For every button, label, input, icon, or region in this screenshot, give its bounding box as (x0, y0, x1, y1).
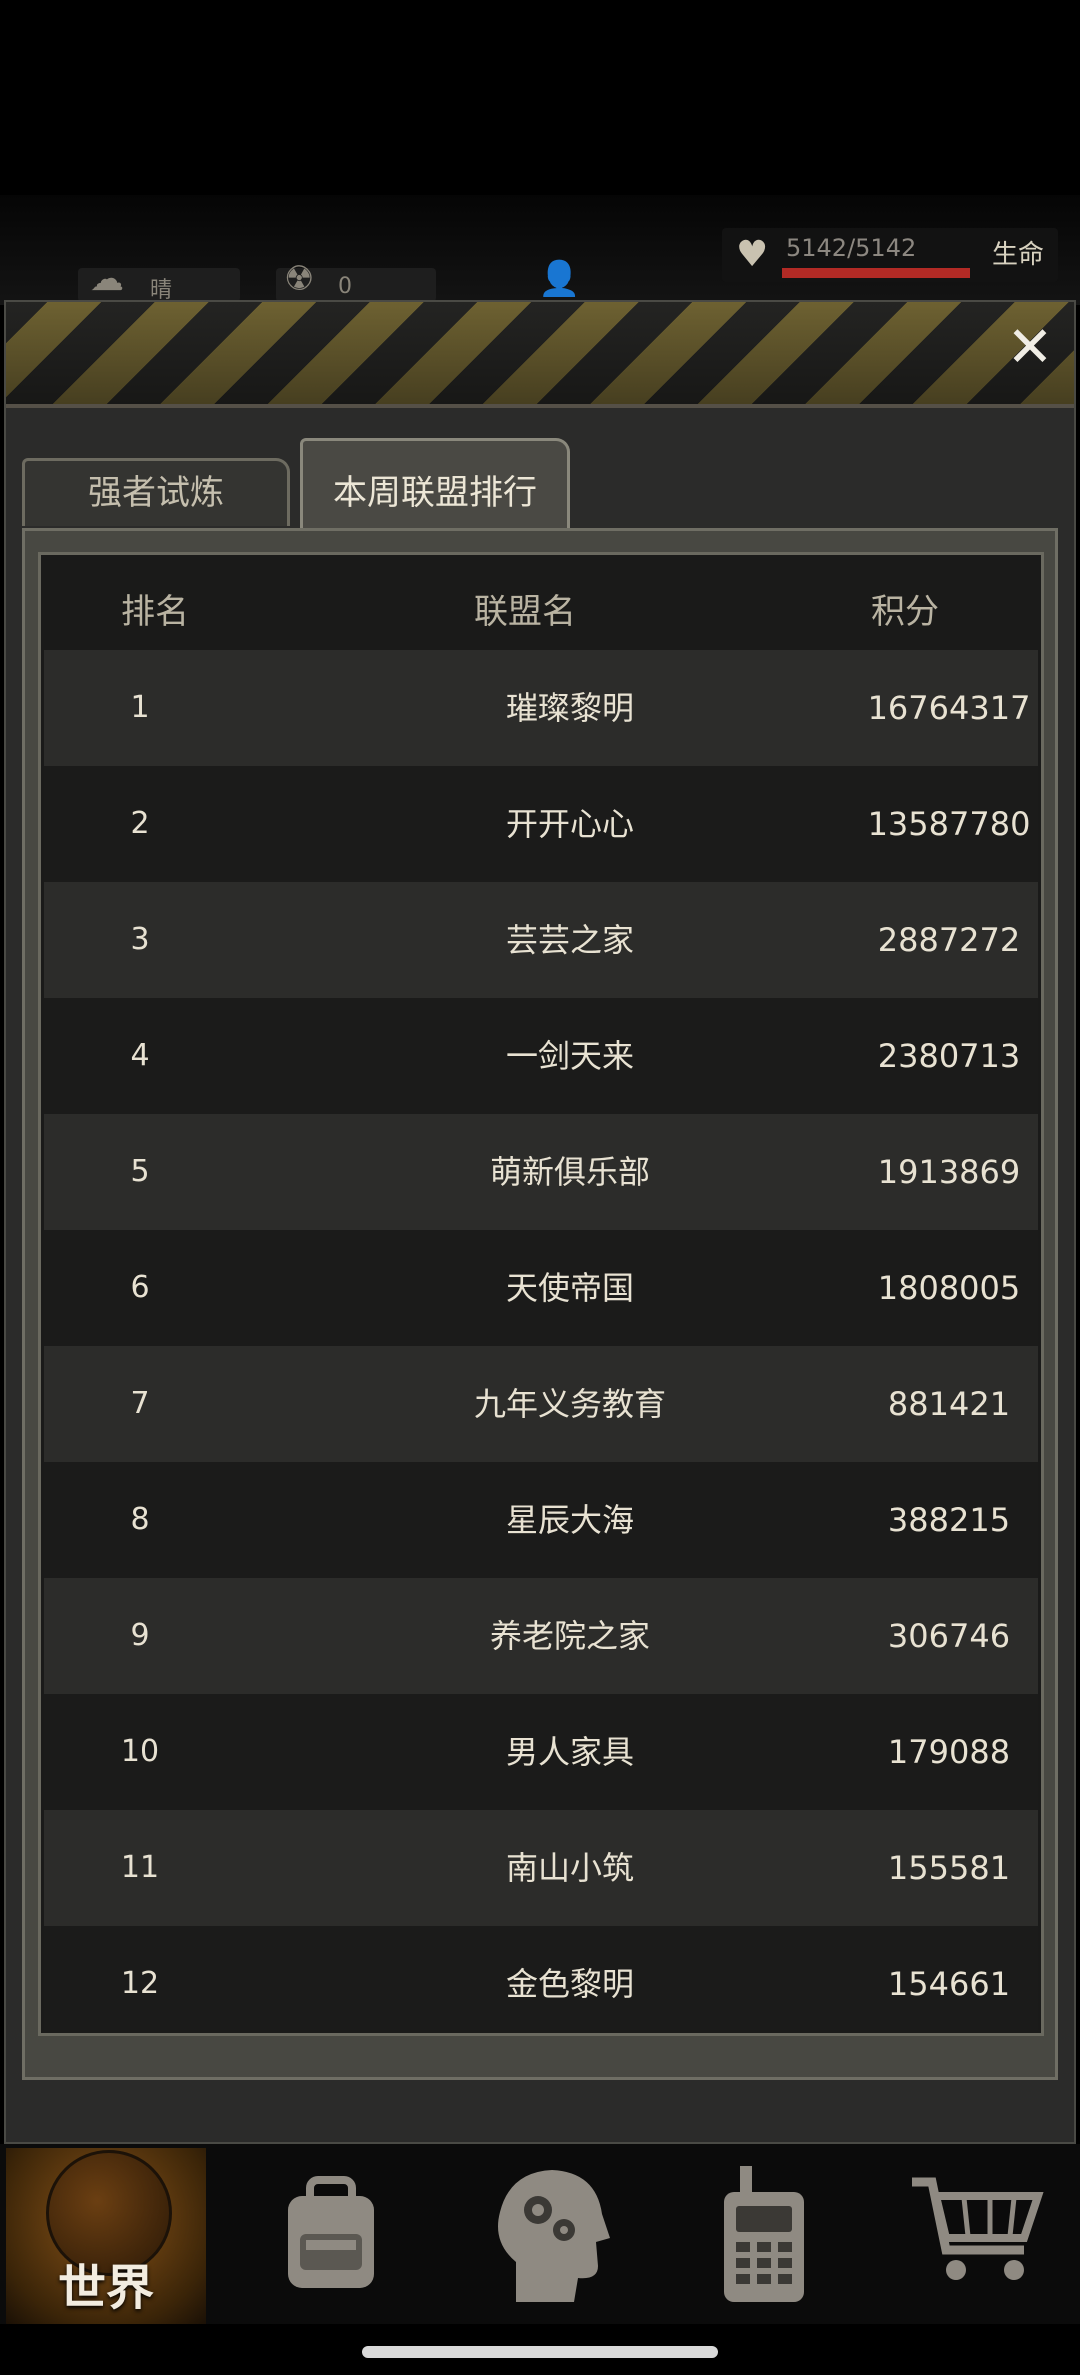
table-row[interactable]: 1 璀璨黎明 16764317 (44, 650, 1038, 766)
row-rank: 12 (120, 1966, 160, 2001)
table-row[interactable]: 4 一剑天来 2380713 (44, 998, 1038, 1114)
row-alliance-name: 萌新俱乐部 (489, 1153, 650, 1191)
nav-shop-button[interactable] (870, 2148, 1080, 2324)
row-score: 1808005 (877, 1269, 1021, 1307)
header-divider (6, 404, 1074, 408)
row-alliance-name: 星辰大海 (505, 1501, 634, 1539)
row-alliance-name: 一剑天来 (505, 1037, 634, 1075)
nav-skills-button[interactable] (446, 2148, 656, 2324)
header-score: 积分 (871, 592, 939, 632)
shopping-cart-icon (912, 2177, 1044, 2280)
table-row[interactable]: 10 男人家具 179088 (44, 1694, 1038, 1810)
row-score: 179088 (887, 1733, 1011, 1771)
table-row[interactable]: 12 金色黎明 154661 (44, 1926, 1038, 2030)
table-row[interactable]: 3 芸芸之家 2887272 (44, 882, 1038, 998)
row-alliance-name: 南山小筑 (505, 1849, 634, 1887)
hp-value: 5142/5142 (786, 234, 917, 262)
tab-strongest-trial[interactable]: 强者试炼 (22, 458, 290, 526)
table-row[interactable]: 2 开开心心 13587780 (44, 766, 1038, 882)
row-alliance-name: 养老院之家 (489, 1617, 650, 1655)
table-row[interactable]: 11 南山小筑 155581 (44, 1810, 1038, 1926)
cloud-sun-icon: ☁ (90, 259, 124, 299)
person-icon: 👤 (538, 259, 581, 299)
table-row[interactable]: 5 萌新俱乐部 1913869 (44, 1114, 1038, 1230)
table-row[interactable]: 7 九年义务教育 881421 (44, 1346, 1038, 1462)
row-rank: 8 (130, 1502, 150, 1537)
row-score: 1913869 (877, 1153, 1021, 1191)
heart-icon: ♥ (736, 234, 769, 275)
row-rank: 3 (130, 922, 150, 957)
hazard-shade (6, 302, 1074, 404)
nav-radio-button[interactable] (662, 2148, 872, 2324)
radiation-value: 0 (338, 274, 352, 299)
header-alliance-name: 联盟名 (474, 592, 576, 632)
row-rank: 6 (130, 1270, 150, 1305)
backpack-icon (288, 2176, 374, 2288)
close-button[interactable]: ✕ (1004, 320, 1056, 376)
home-indicator[interactable] (362, 2346, 718, 2358)
row-alliance-name: 芸芸之家 (505, 921, 634, 959)
row-rank: 2 (130, 806, 150, 841)
row-score: 2380713 (877, 1037, 1021, 1075)
row-score: 155581 (887, 1849, 1011, 1887)
hp-label: 生命 (992, 240, 1045, 270)
table-row[interactable]: 8 星辰大海 388215 (44, 1462, 1038, 1578)
row-score: 388215 (887, 1501, 1011, 1539)
table-row[interactable]: 9 养老院之家 306746 (44, 1578, 1038, 1694)
tab-weekly-alliance-ranking[interactable]: 本周联盟排行 (300, 438, 570, 530)
row-score: 306746 (887, 1617, 1011, 1655)
row-rank: 10 (120, 1734, 160, 1769)
row-alliance-name: 九年义务教育 (473, 1385, 666, 1423)
radiation-icon: ☢ (284, 259, 315, 299)
hp-bar (782, 268, 970, 278)
nav-backpack-button[interactable] (226, 2148, 436, 2324)
row-alliance-name: 天使帝国 (505, 1269, 634, 1307)
brain-gears-icon (498, 2170, 610, 2302)
walkie-talkie-icon (724, 2166, 804, 2302)
row-score: 13587780 (867, 805, 1031, 843)
row-score: 881421 (887, 1385, 1011, 1423)
row-alliance-name: 金色黎明 (505, 1965, 634, 2003)
table-row[interactable]: 6 天使帝国 1808005 (44, 1230, 1038, 1346)
row-score: 16764317 (867, 689, 1031, 727)
row-rank: 1 (130, 690, 150, 725)
row-rank: 7 (130, 1386, 150, 1421)
row-alliance-name: 男人家具 (505, 1733, 634, 1771)
row-rank: 5 (130, 1154, 150, 1189)
row-score: 2887272 (877, 921, 1021, 959)
row-rank: 11 (120, 1850, 160, 1885)
nav-world-label: 世界 (57, 2260, 154, 2316)
row-rank: 9 (130, 1618, 150, 1653)
row-rank: 4 (130, 1038, 150, 1073)
header-rank: 排名 (121, 592, 189, 632)
row-alliance-name: 开开心心 (505, 805, 634, 843)
row-score: 154661 (887, 1965, 1011, 2003)
row-alliance-name: 璀璨黎明 (505, 689, 634, 727)
